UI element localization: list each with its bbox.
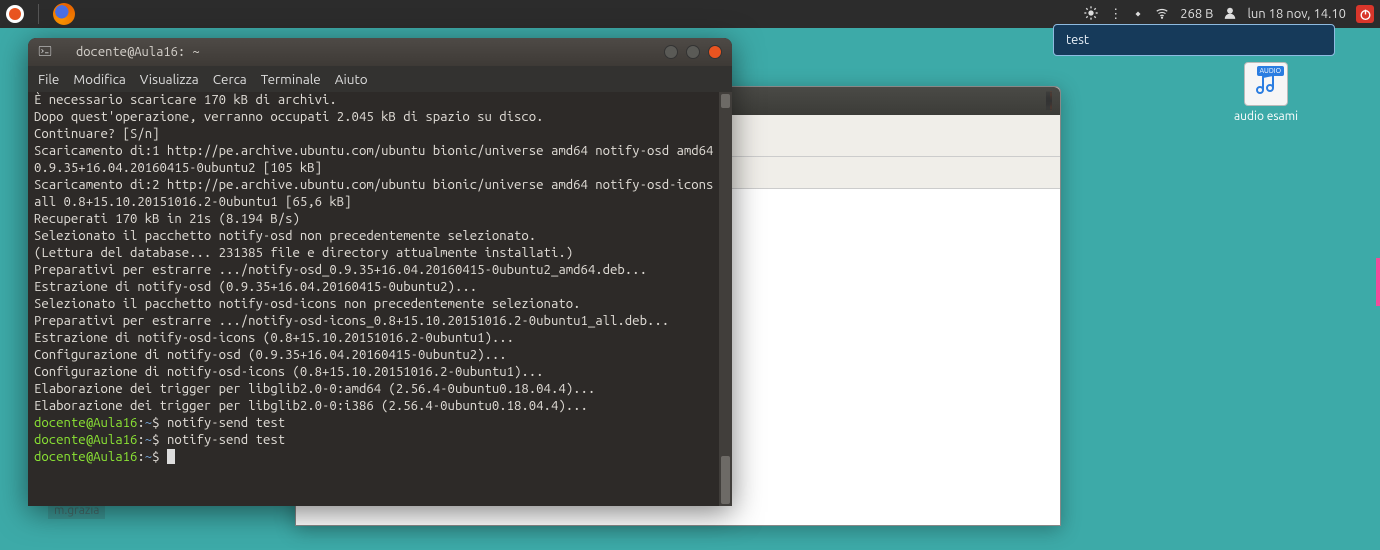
minimize-button[interactable] xyxy=(664,45,678,59)
scroll-up-icon[interactable] xyxy=(721,94,730,108)
terminal-output[interactable]: È necessario scaricare 170 kB di archivi… xyxy=(34,92,718,502)
notification-bubble[interactable]: test xyxy=(1053,24,1335,56)
notification-text: test xyxy=(1066,33,1089,47)
scrollbar-thumb[interactable] xyxy=(721,456,730,504)
net-speed: 268 B xyxy=(1180,7,1213,21)
wifi-icon[interactable] xyxy=(1154,6,1170,23)
audio-badge: AUDIO xyxy=(1257,66,1284,76)
desktop-icon-label: audio esami xyxy=(1234,110,1298,123)
term-titlebar[interactable]: docente@Aula16: ~ xyxy=(28,38,732,66)
menu-dots-icon[interactable]: ⋮ xyxy=(1109,7,1122,22)
scrollbar[interactable] xyxy=(719,92,732,506)
firefox-icon[interactable] xyxy=(53,3,75,25)
menu-view[interactable]: Visualizza xyxy=(140,71,199,87)
terminal-app-icon xyxy=(38,44,52,61)
maximize-button[interactable] xyxy=(686,45,700,59)
clock[interactable]: lun 18 nov, 14.10 xyxy=(1247,7,1346,21)
brightness-icon[interactable] xyxy=(1083,5,1099,24)
terminal-window: docente@Aula16: ~ File Modifica Visualiz… xyxy=(28,38,732,506)
term-menubar: File Modifica Visualizza Cerca Terminale… xyxy=(28,66,732,92)
menu-edit[interactable]: Modifica xyxy=(73,71,125,87)
ubuntu-logo-icon[interactable] xyxy=(6,5,24,23)
separator xyxy=(38,4,39,24)
menu-help[interactable]: Aiuto xyxy=(335,71,368,87)
menu-terminal[interactable]: Terminale xyxy=(261,71,321,87)
menu-search[interactable]: Cerca xyxy=(213,71,247,87)
user-icon[interactable] xyxy=(1223,6,1237,23)
net-updown-icon[interactable] xyxy=(1132,7,1144,22)
desktop-icon-audio-esami[interactable]: AUDIO audio esami xyxy=(1226,62,1306,123)
close-button[interactable] xyxy=(1050,91,1052,111)
right-edge-indicator xyxy=(1376,258,1380,306)
menu-file[interactable]: File xyxy=(38,71,59,87)
close-button[interactable] xyxy=(708,45,722,59)
terminal-title: docente@Aula16: ~ xyxy=(52,45,664,59)
power-icon[interactable] xyxy=(1356,5,1374,23)
